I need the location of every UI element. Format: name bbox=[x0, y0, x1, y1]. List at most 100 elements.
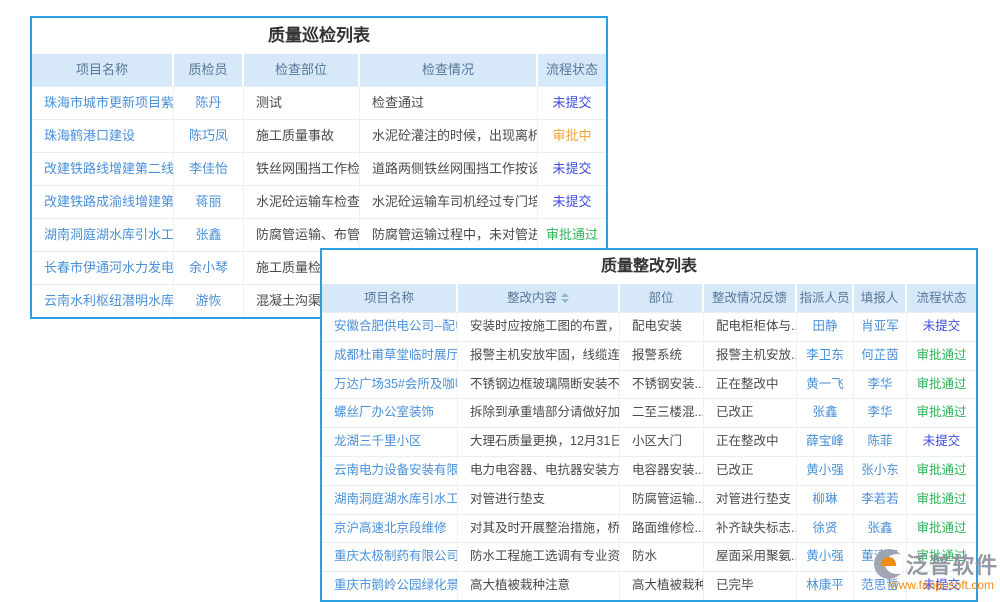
project-link[interactable]: 龙湖三千里小区 bbox=[322, 428, 458, 456]
table-row: 湖南洞庭湖水库引水工...张鑫防腐管运输、布管防腐管运输过程中，未对管进行...… bbox=[32, 218, 606, 251]
inspection-situation: 检查通过 bbox=[360, 87, 538, 119]
inspection-part: 水泥砼运输车检查 bbox=[244, 186, 360, 218]
status-badge: 审批通过 bbox=[907, 342, 976, 370]
status-badge: 审批通过 bbox=[907, 515, 976, 543]
rectify-part: 二至三楼混... bbox=[620, 399, 704, 427]
project-link[interactable]: 改建铁路成渝线增建第... bbox=[32, 186, 174, 218]
inspector-name: 余小琴 bbox=[174, 252, 244, 284]
inspector-name: 蒋丽 bbox=[174, 186, 244, 218]
inspection-situation: 防腐管运输过程中，未对管进行... bbox=[360, 219, 538, 251]
rectify-part: 防腐管运输... bbox=[620, 486, 704, 514]
rectify-content: 拆除到承重墙部分请做好加固... bbox=[458, 399, 620, 427]
column-header-assignee: 指派人员 bbox=[797, 284, 854, 312]
table-row: 成都杜甫草堂临时展厅独立展...报警主机安放牢固，线缆连接...报警系统报警主机… bbox=[322, 341, 976, 370]
project-link[interactable]: 京沪高速北京段维修 bbox=[322, 515, 458, 543]
assignee-name: 黄一飞 bbox=[797, 371, 854, 399]
project-link[interactable]: 螺丝厂办公室装饰 bbox=[322, 399, 458, 427]
filler-name: 张鑫 bbox=[854, 515, 907, 543]
project-link[interactable]: 重庆太极制药有限公司亳州中... bbox=[322, 543, 458, 571]
table-row: 云南电力设备安装有限公司20...电力电容器、电抗器安装方案,...电容器安装.… bbox=[322, 456, 976, 485]
project-link[interactable]: 湖南洞庭湖水库引水工... bbox=[32, 219, 174, 251]
status-badge: 未提交 bbox=[907, 313, 976, 341]
column-header-content-label: 整改内容 bbox=[507, 284, 557, 312]
filler-name: 陈菲 bbox=[854, 428, 907, 456]
table-row: 湖南洞庭湖水库引水工程施工标对管进行垫支防腐管运输...对管进行垫支柳琳李若若审… bbox=[322, 485, 976, 514]
rectify-table-header: 项目名称 整改内容 部位 整改情况反馈 指派人员 填报人 流程状态 bbox=[322, 284, 976, 312]
table-row: 安徽合肥供电公司--配电设备...安装时应按施工图的布置，将...配电安装配电柜… bbox=[322, 312, 976, 341]
column-header-filler: 填报人 bbox=[854, 284, 907, 312]
fanpu-logo-text: 泛普软件 bbox=[906, 548, 998, 580]
inspection-table-title: 质量巡检列表 bbox=[32, 18, 606, 54]
rectify-part: 不锈钢安装... bbox=[620, 371, 704, 399]
assignee-name: 田静 bbox=[797, 313, 854, 341]
rectify-content: 大理石质量更换，12月31日之... bbox=[458, 428, 620, 456]
rectify-content: 对管进行垫支 bbox=[458, 486, 620, 514]
column-header-status: 流程状态 bbox=[538, 54, 606, 86]
inspection-situation: 水泥砼运输车司机经过专门培训... bbox=[360, 186, 538, 218]
table-row: 改建铁路成渝线增建第...蒋丽水泥砼运输车检查水泥砼运输车司机经过专门培训...… bbox=[32, 185, 606, 218]
rectify-feedback: 报警主机安放... bbox=[704, 342, 797, 370]
status-badge: 未提交 bbox=[907, 428, 976, 456]
project-link[interactable]: 重庆市鹅岭公园绿化景观提升... bbox=[322, 572, 458, 600]
table-row: 螺丝厂办公室装饰拆除到承重墙部分请做好加固...二至三楼混...已改正张鑫李华审… bbox=[322, 398, 976, 427]
column-header-part: 检查部位 bbox=[244, 54, 360, 86]
rectify-content: 不锈钢边框玻璃隔断安装不牢... bbox=[458, 371, 620, 399]
rectify-table-title: 质量整改列表 bbox=[322, 250, 976, 284]
filler-name: 何芷茵 bbox=[854, 342, 907, 370]
fanpu-url: www.fanpusoft.com bbox=[890, 578, 998, 592]
inspection-table-header: 项目名称 质检员 检查部位 检查情况 流程状态 bbox=[32, 54, 606, 86]
rectify-feedback: 已完毕 bbox=[704, 572, 797, 600]
rectify-feedback: 补齐缺失标志... bbox=[704, 515, 797, 543]
assignee-name: 李卫东 bbox=[797, 342, 854, 370]
project-link[interactable]: 云南水利枢纽潜明水库... bbox=[32, 285, 174, 317]
rectify-content: 电力电容器、电抗器安装方案,... bbox=[458, 457, 620, 485]
project-link[interactable]: 改建铁路线增建第二线... bbox=[32, 153, 174, 185]
rectify-feedback: 屋面采用聚氨... bbox=[704, 543, 797, 571]
filler-name: 张小东 bbox=[854, 457, 907, 485]
rectify-content: 安装时应按施工图的布置，将... bbox=[458, 313, 620, 341]
project-link[interactable]: 湖南洞庭湖水库引水工程施工标 bbox=[322, 486, 458, 514]
project-link[interactable]: 安徽合肥供电公司--配电设备... bbox=[322, 313, 458, 341]
rectify-part: 配电安装 bbox=[620, 313, 704, 341]
table-row: 龙湖三千里小区大理石质量更换，12月31日之...小区大门正在整改中薛宝峰陈菲未… bbox=[322, 427, 976, 456]
inspection-part: 铁丝网围挡工作检查 bbox=[244, 153, 360, 185]
rectify-part: 报警系统 bbox=[620, 342, 704, 370]
rectify-feedback: 已改正 bbox=[704, 399, 797, 427]
project-link[interactable]: 珠海市城市更新项目紫... bbox=[32, 87, 174, 119]
filler-name: 肖亚军 bbox=[854, 313, 907, 341]
assignee-name: 黄小强 bbox=[797, 457, 854, 485]
table-row: 万达广场35#会所及咖啡厅空...不锈钢边框玻璃隔断安装不牢...不锈钢安装..… bbox=[322, 370, 976, 399]
project-link[interactable]: 珠海鹤港口建设 bbox=[32, 120, 174, 152]
assignee-name: 林康平 bbox=[797, 572, 854, 600]
filler-name: 李华 bbox=[854, 371, 907, 399]
table-row: 改建铁路线增建第二线...李佳怡铁丝网围挡工作检查道路两侧铁丝网围挡工作按设计.… bbox=[32, 152, 606, 185]
column-header-inspector: 质检员 bbox=[174, 54, 244, 86]
rectify-part: 电容器安装... bbox=[620, 457, 704, 485]
rectify-content: 对其及时开展整治措施，桥头... bbox=[458, 515, 620, 543]
rectify-content: 报警主机安放牢固，线缆连接... bbox=[458, 342, 620, 370]
filler-name: 李华 bbox=[854, 399, 907, 427]
rectify-part: 路面维修检... bbox=[620, 515, 704, 543]
column-header-content[interactable]: 整改内容 bbox=[458, 284, 620, 312]
rectify-feedback: 配电柜柜体与... bbox=[704, 313, 797, 341]
sort-icon[interactable] bbox=[561, 293, 569, 303]
column-header-part: 部位 bbox=[620, 284, 704, 312]
column-header-status: 流程状态 bbox=[907, 284, 976, 312]
inspection-part: 防腐管运输、布管 bbox=[244, 219, 360, 251]
rectify-feedback: 正在整改中 bbox=[704, 428, 797, 456]
project-link[interactable]: 成都杜甫草堂临时展厅独立展... bbox=[322, 342, 458, 370]
status-badge: 审批通过 bbox=[907, 486, 976, 514]
column-header-project: 项目名称 bbox=[322, 284, 458, 312]
table-row: 珠海市城市更新项目紫...陈丹测试检查通过未提交 bbox=[32, 86, 606, 119]
inspection-situation: 水泥砼灌注的时候，出现离析现象 bbox=[360, 120, 538, 152]
project-link[interactable]: 云南电力设备安装有限公司20... bbox=[322, 457, 458, 485]
rectify-part: 高大植被栽种 bbox=[620, 572, 704, 600]
inspection-situation: 道路两侧铁丝网围挡工作按设计... bbox=[360, 153, 538, 185]
project-link[interactable]: 万达广场35#会所及咖啡厅空... bbox=[322, 371, 458, 399]
status-badge: 审批中 bbox=[538, 120, 606, 152]
status-badge: 审批通过 bbox=[907, 457, 976, 485]
column-header-project: 项目名称 bbox=[32, 54, 174, 86]
assignee-name: 徐贤 bbox=[797, 515, 854, 543]
rectify-part: 小区大门 bbox=[620, 428, 704, 456]
project-link[interactable]: 长春市伊通河水力发电... bbox=[32, 252, 174, 284]
